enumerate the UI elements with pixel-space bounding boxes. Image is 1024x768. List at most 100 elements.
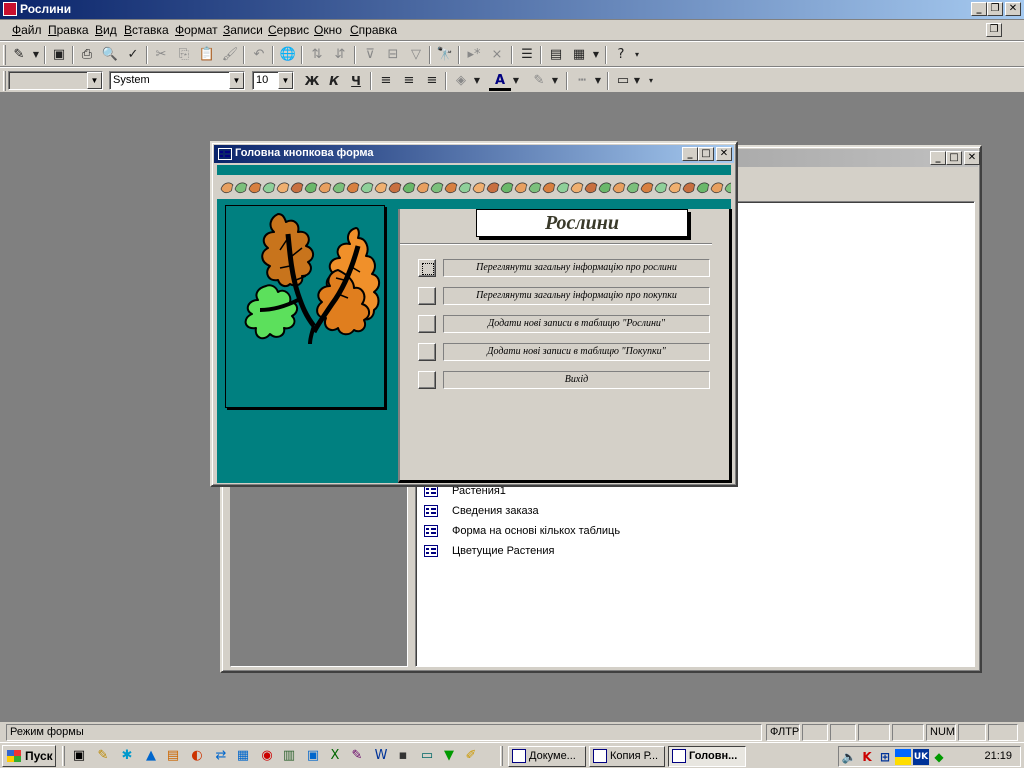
quicklaunch-icon[interactable]: ▪ xyxy=(394,747,412,765)
object-combo[interactable]: ▼ xyxy=(8,71,103,90)
close-icon[interactable]: ✕ xyxy=(1005,2,1021,16)
filter-by-selection-icon[interactable]: ⊽ xyxy=(359,45,381,65)
quicklaunch-icon[interactable]: ✐ xyxy=(462,747,480,765)
properties-icon[interactable]: ☰ xyxy=(516,45,538,65)
underline-button[interactable]: Ч xyxy=(345,71,367,91)
toolbar-grip[interactable] xyxy=(3,45,6,65)
undo-icon[interactable]: ↶ xyxy=(248,45,270,65)
switchboard-item[interactable]: Переглянути загальну інформацію про поку… xyxy=(418,287,714,305)
view-icon[interactable]: ✎ xyxy=(8,45,30,65)
switchboard-button[interactable] xyxy=(418,371,436,389)
switchboard-item[interactable]: Переглянути загальну інформацію про росл… xyxy=(418,259,714,277)
ukraine-flag-icon[interactable] xyxy=(895,749,911,765)
sort-descending-icon[interactable]: ⇵ xyxy=(329,45,351,65)
menu-tools[interactable]: Сервис xyxy=(268,23,309,37)
menu-view[interactable]: Вид xyxy=(95,23,117,37)
menu-insert[interactable]: Вставка xyxy=(124,23,169,37)
fill-color-icon[interactable]: ◈ xyxy=(450,71,472,91)
switchboard-button[interactable] xyxy=(418,315,436,333)
doc-restore-icon[interactable]: ❐ xyxy=(986,23,1002,37)
special-effect-dropdown-icon[interactable]: ▼ xyxy=(632,71,642,91)
switchboard-window[interactable]: Головна кнопкова форма _ □ ✕ Рослини Пер… xyxy=(210,141,738,487)
special-effect-icon[interactable]: ▭ xyxy=(612,71,634,91)
language-indicator[interactable]: UK xyxy=(913,749,929,765)
minimize-icon[interactable]: _ xyxy=(930,151,946,165)
spelling-icon[interactable]: ✓ xyxy=(122,45,144,65)
volume-icon[interactable]: 🔈 xyxy=(841,749,857,765)
minimize-icon[interactable]: _ xyxy=(971,2,987,16)
quicklaunch-icon[interactable]: ✱ xyxy=(118,747,136,765)
switchboard-label[interactable]: Додати нові записи в таблицю "Рослини" xyxy=(443,315,710,333)
minimize-icon[interactable]: _ xyxy=(682,147,698,161)
database-window-icon[interactable]: ▤ xyxy=(545,45,567,65)
restore-icon[interactable]: ❐ xyxy=(987,2,1003,16)
close-icon[interactable]: ✕ xyxy=(964,151,980,165)
access-app-icon[interactable] xyxy=(3,2,17,16)
quicklaunch-icon[interactable]: ▭ xyxy=(418,747,436,765)
antivirus-icon[interactable]: K xyxy=(859,749,875,765)
line-color-icon[interactable]: ✎ xyxy=(528,71,550,91)
print-icon[interactable]: ⎙ xyxy=(76,45,98,65)
print-preview-icon[interactable]: 🔍 xyxy=(99,45,121,65)
menu-edit[interactable]: Правка xyxy=(48,23,89,37)
quicklaunch-icon[interactable]: ▼ xyxy=(440,747,458,765)
switchboard-button[interactable] xyxy=(418,343,436,361)
quicklaunch-icon[interactable]: ▲ xyxy=(142,747,160,765)
menu-file[interactable]: Файл xyxy=(12,23,42,37)
hyperlink-icon[interactable]: 🌐 xyxy=(277,45,299,65)
menu-format[interactable]: Формат xyxy=(175,23,218,37)
switchboard-item[interactable]: Вихід xyxy=(418,371,714,389)
switchboard-label[interactable]: Вихід xyxy=(443,371,710,389)
view-dropdown-icon[interactable]: ▼ xyxy=(30,45,42,65)
toolbar-options-icon[interactable]: ▾ xyxy=(646,71,656,91)
quicklaunch-icon[interactable]: ◐ xyxy=(188,747,206,765)
bold-button[interactable]: Ж xyxy=(301,71,323,91)
apply-filter-icon[interactable]: ▽ xyxy=(405,45,427,65)
paste-icon[interactable]: 📋 xyxy=(196,45,218,65)
taskbar-grip[interactable] xyxy=(62,746,65,766)
copy-icon[interactable]: ⎘ xyxy=(173,45,195,65)
word-icon[interactable]: W xyxy=(372,747,390,765)
line-color-dropdown-icon[interactable]: ▼ xyxy=(550,71,560,91)
switchboard-button[interactable] xyxy=(418,287,436,305)
app-title-bar[interactable]: Рослини _ ❐ ✕ xyxy=(0,0,1024,19)
opera-icon[interactable]: ◉ xyxy=(258,747,276,765)
align-center-icon[interactable]: ≡ xyxy=(398,71,420,91)
new-object-icon[interactable]: ▦ xyxy=(568,45,590,65)
delete-record-icon[interactable]: ⨯ xyxy=(486,45,508,65)
quicklaunch-icon[interactable]: ✎ xyxy=(94,747,112,765)
new-record-icon[interactable]: ▸* xyxy=(463,45,485,65)
switchboard-label[interactable]: Додати нові записи в таблицю "Покупки" xyxy=(443,343,710,361)
switchboard-item[interactable]: Додати нові записи в таблицю "Покупки" xyxy=(418,343,714,361)
quicklaunch-icon[interactable]: ▥ xyxy=(280,747,298,765)
menu-records[interactable]: Записи xyxy=(223,23,263,37)
chevron-down-icon[interactable]: ▼ xyxy=(229,72,244,89)
new-object-dropdown-icon[interactable]: ▼ xyxy=(590,45,602,65)
menu-help[interactable]: Справка xyxy=(350,23,397,37)
maximize-icon[interactable]: □ xyxy=(946,151,962,165)
save-icon[interactable]: ▣ xyxy=(48,45,70,65)
fill-color-dropdown-icon[interactable]: ▼ xyxy=(472,71,482,91)
filter-by-form-icon[interactable]: ⊟ xyxy=(382,45,404,65)
switchboard-label[interactable]: Переглянути загальну інформацію про росл… xyxy=(443,259,710,277)
network-icon[interactable]: ⊞ xyxy=(877,749,893,765)
quicklaunch-icon[interactable]: ▦ xyxy=(234,747,252,765)
task-word-document[interactable]: Докуме... xyxy=(508,746,586,767)
toolbar-options-icon[interactable]: ▾ xyxy=(632,45,642,65)
taskbar-grip[interactable] xyxy=(500,746,503,766)
task-switchboard[interactable]: Головн... xyxy=(668,746,746,767)
close-icon[interactable]: ✕ xyxy=(716,147,732,161)
switchboard-button[interactable] xyxy=(418,259,436,277)
chevron-down-icon[interactable]: ▼ xyxy=(87,72,102,89)
task-copy[interactable]: Копия Р... xyxy=(589,746,665,767)
quicklaunch-icon[interactable]: ▤ xyxy=(164,747,182,765)
font-color-icon[interactable]: A xyxy=(489,71,511,91)
format-painter-icon[interactable]: 🖌 xyxy=(219,45,241,65)
switchboard-item[interactable]: Додати нові записи в таблицю "Рослини" xyxy=(418,315,714,333)
chevron-down-icon[interactable]: ▼ xyxy=(278,72,293,89)
font-size-combo[interactable]: 10 ▼ xyxy=(252,71,294,90)
switchboard-title-bar[interactable]: Головна кнопкова форма _ □ ✕ xyxy=(214,145,734,163)
switchboard-label[interactable]: Переглянути загальну інформацію про поку… xyxy=(443,287,710,305)
line-width-icon[interactable]: ┅ xyxy=(571,71,593,91)
menu-window[interactable]: Окно xyxy=(314,23,342,37)
